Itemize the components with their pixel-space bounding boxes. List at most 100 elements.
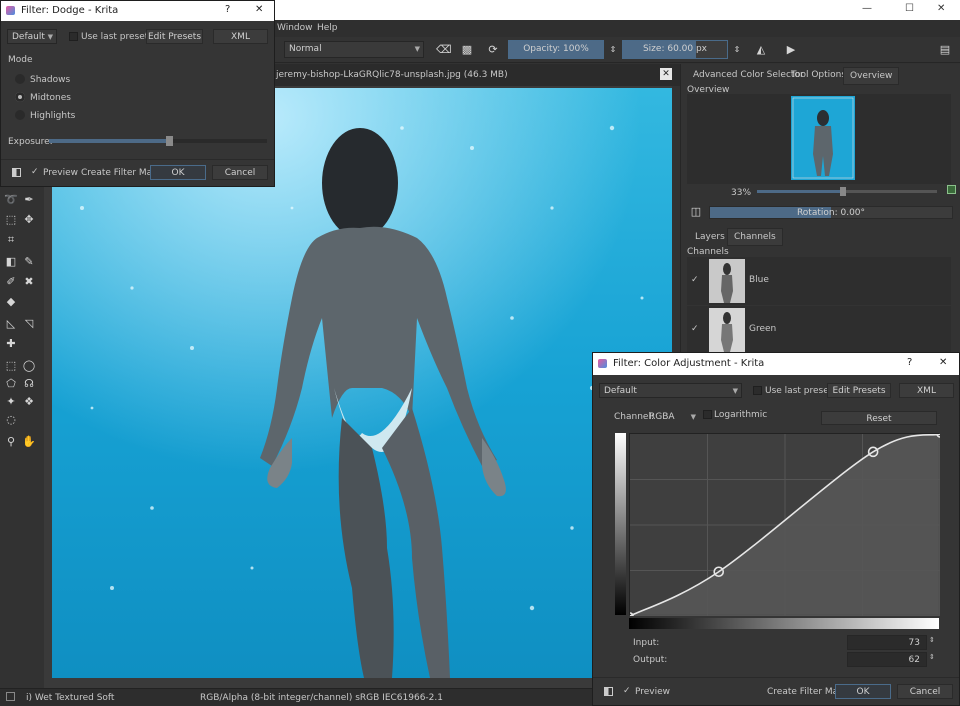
color-close-button[interactable]: ✕ [939,357,947,368]
zoom-value: 33% [731,188,752,198]
reference-icon[interactable]: ✚ [4,337,18,351]
curve-reset-button[interactable]: Reset [821,411,937,425]
split-preview-icon[interactable] [12,168,21,177]
color-preview-label: Preview [635,687,671,697]
docker-tab-overview[interactable]: Overview [843,67,900,85]
color-space-info: RGB/Alpha (8-bit integer/channel) sRGB I… [200,693,443,703]
assistant-icon[interactable]: ✖ [22,275,36,289]
dodge-ok-button[interactable]: OK [150,165,206,180]
dodge-exposure-slider[interactable] [49,136,267,146]
workspace-icon[interactable]: ▤ [938,43,952,57]
freehand-select-icon[interactable]: ☊ [22,377,36,391]
docker-tab-channels[interactable]: Channels [727,228,783,246]
rotation-slider[interactable]: Rotation: 0.00° [709,206,953,219]
dodge-xml-button[interactable]: XML [213,29,268,44]
opacity-spin-icon[interactable]: ⇕ [606,43,620,57]
channel-row[interactable]: ✓ Blue [687,257,951,305]
dodge-edit-presets-button[interactable]: Edit Presets [146,29,203,44]
radio-icon [15,110,25,120]
zoom-icon[interactable]: ⚲ [4,435,18,449]
rect-select-icon[interactable]: ⬚ [4,359,18,373]
channel-visibility-check[interactable]: ✓ [691,324,699,334]
similar-select-icon[interactable]: ❖ [22,395,36,409]
contiguous-select-icon[interactable]: ✦ [4,395,18,409]
output-spin-icon[interactable]: ⇕ [929,653,935,661]
document-tab-title[interactable]: jeremy-bishop-LkaGRQlic78-unsplash.jpg (… [276,70,508,80]
transform-icon[interactable]: ⬚ [4,213,18,227]
color-xml-button[interactable]: XML [899,383,954,398]
mirror-vertical-icon[interactable]: ▶ [784,43,798,57]
color-edit-presets-button[interactable]: Edit Presets [827,383,891,398]
calligraphy-icon[interactable]: ✒ [22,193,36,207]
color-ok-button[interactable]: OK [835,684,891,699]
minimize-button[interactable]: — [862,3,872,14]
opacity-slider[interactable]: Opacity: 100% [508,40,604,59]
color-dialog-titlebar: Filter: Color Adjustment - Krita ? ✕ [593,353,959,375]
bezier-select-icon[interactable]: ◌ [4,413,18,427]
close-window-button[interactable]: ✕ [937,3,945,14]
perspective-icon[interactable]: ◹ [22,317,36,331]
color-preset-select[interactable]: Default ▼ [599,383,742,398]
alpha-lock-icon[interactable]: ▩ [460,43,474,57]
curve-editor[interactable] [629,433,940,616]
dodge-help-button[interactable]: ? [225,4,230,15]
output-value-field[interactable]: 62 [847,652,927,667]
color-preview-check[interactable]: ✓ [623,686,631,696]
mirror-horizontal-icon[interactable]: ◭ [754,43,768,57]
docker-tab-tool-options[interactable]: Tool Options [791,70,846,80]
channel-select[interactable]: RGBA ▼ [645,410,699,424]
curve-graph[interactable] [630,434,940,616]
right-docker: Advanced Color Selector Tool Options Ove… [680,64,960,359]
freehand-path-icon[interactable]: ➰ [4,193,18,207]
rotate-canvas-icon[interactable]: ◫ [689,205,703,219]
logarithmic-label: Logarithmic [714,410,768,420]
dodge-close-button[interactable]: ✕ [255,4,263,15]
channel-row[interactable]: ✓ Green [687,306,951,354]
dodge-preset-select[interactable]: Default ▼ [7,29,57,44]
brush-preset-name: i) Wet Textured Soft [26,693,115,703]
channel-thumbnail-blue [709,259,745,303]
menu-window[interactable]: Window [277,23,313,33]
size-spin-icon[interactable]: ⇕ [730,43,744,57]
channel-visibility-check[interactable]: ✓ [691,275,699,285]
color-adjustment-dialog: Filter: Color Adjustment - Krita ? ✕ Def… [592,352,960,706]
logarithmic-checkbox[interactable] [703,410,712,419]
input-value-field[interactable]: 73 [847,635,927,650]
dodge-cancel-button[interactable]: Cancel [212,165,268,180]
output-label: Output: [633,655,668,665]
dodge-preview-check[interactable]: ✓ [31,167,39,177]
gradient-icon[interactable]: ◧ [4,255,18,269]
toolbox: ➰ ✒ ⬚ ✥ ⌗ ◧ ✎ ✐ ✖ ◆ ◺ ◹ ✚ ⬚ ◯ ⬠ ☊ ✦ ❖ ◌ … [0,187,44,687]
dodge-use-last-preset-checkbox[interactable] [69,32,78,41]
pan-icon[interactable]: ✋ [22,435,36,449]
size-slider[interactable]: Size: 60.00 px [622,40,728,59]
fill-icon[interactable]: ◆ [4,295,18,309]
input-spin-icon[interactable]: ⇕ [929,636,935,644]
smart-patch-icon[interactable]: ✐ [4,275,18,289]
zoom-slider[interactable] [757,187,937,196]
dodge-mode-label: Mode [8,55,33,65]
eraser-icon[interactable]: ⌫ [436,43,452,57]
krita-logo-icon [6,6,15,15]
docker-tab-layers[interactable]: Layers [695,232,725,242]
zoom-fit-icon[interactable] [947,185,956,194]
input-label: Input: [633,638,660,648]
blend-mode-select[interactable]: Normal ▼ [284,41,424,58]
maximize-button[interactable]: ☐ [905,3,914,14]
ellipse-select-icon[interactable]: ◯ [22,359,36,373]
polygon-select-icon[interactable]: ⬠ [4,377,18,391]
reload-preset-icon[interactable]: ⟳ [486,43,500,57]
split-preview-icon[interactable] [604,687,613,696]
color-cancel-button[interactable]: Cancel [897,684,953,699]
crop-icon[interactable]: ⌗ [4,233,18,247]
overview-panel[interactable] [687,94,951,184]
color-use-last-preset-checkbox[interactable] [753,386,762,395]
docker-tab-color-selector[interactable]: Advanced Color Selector [693,70,804,80]
move-icon[interactable]: ✥ [22,213,36,227]
color-picker-icon[interactable]: ✎ [22,255,36,269]
menu-help[interactable]: Help [317,23,338,33]
brush-preset-icon[interactable] [6,692,15,701]
color-help-button[interactable]: ? [907,357,912,368]
close-document-icon[interactable]: ✕ [660,68,672,80]
measure-icon[interactable]: ◺ [4,317,18,331]
